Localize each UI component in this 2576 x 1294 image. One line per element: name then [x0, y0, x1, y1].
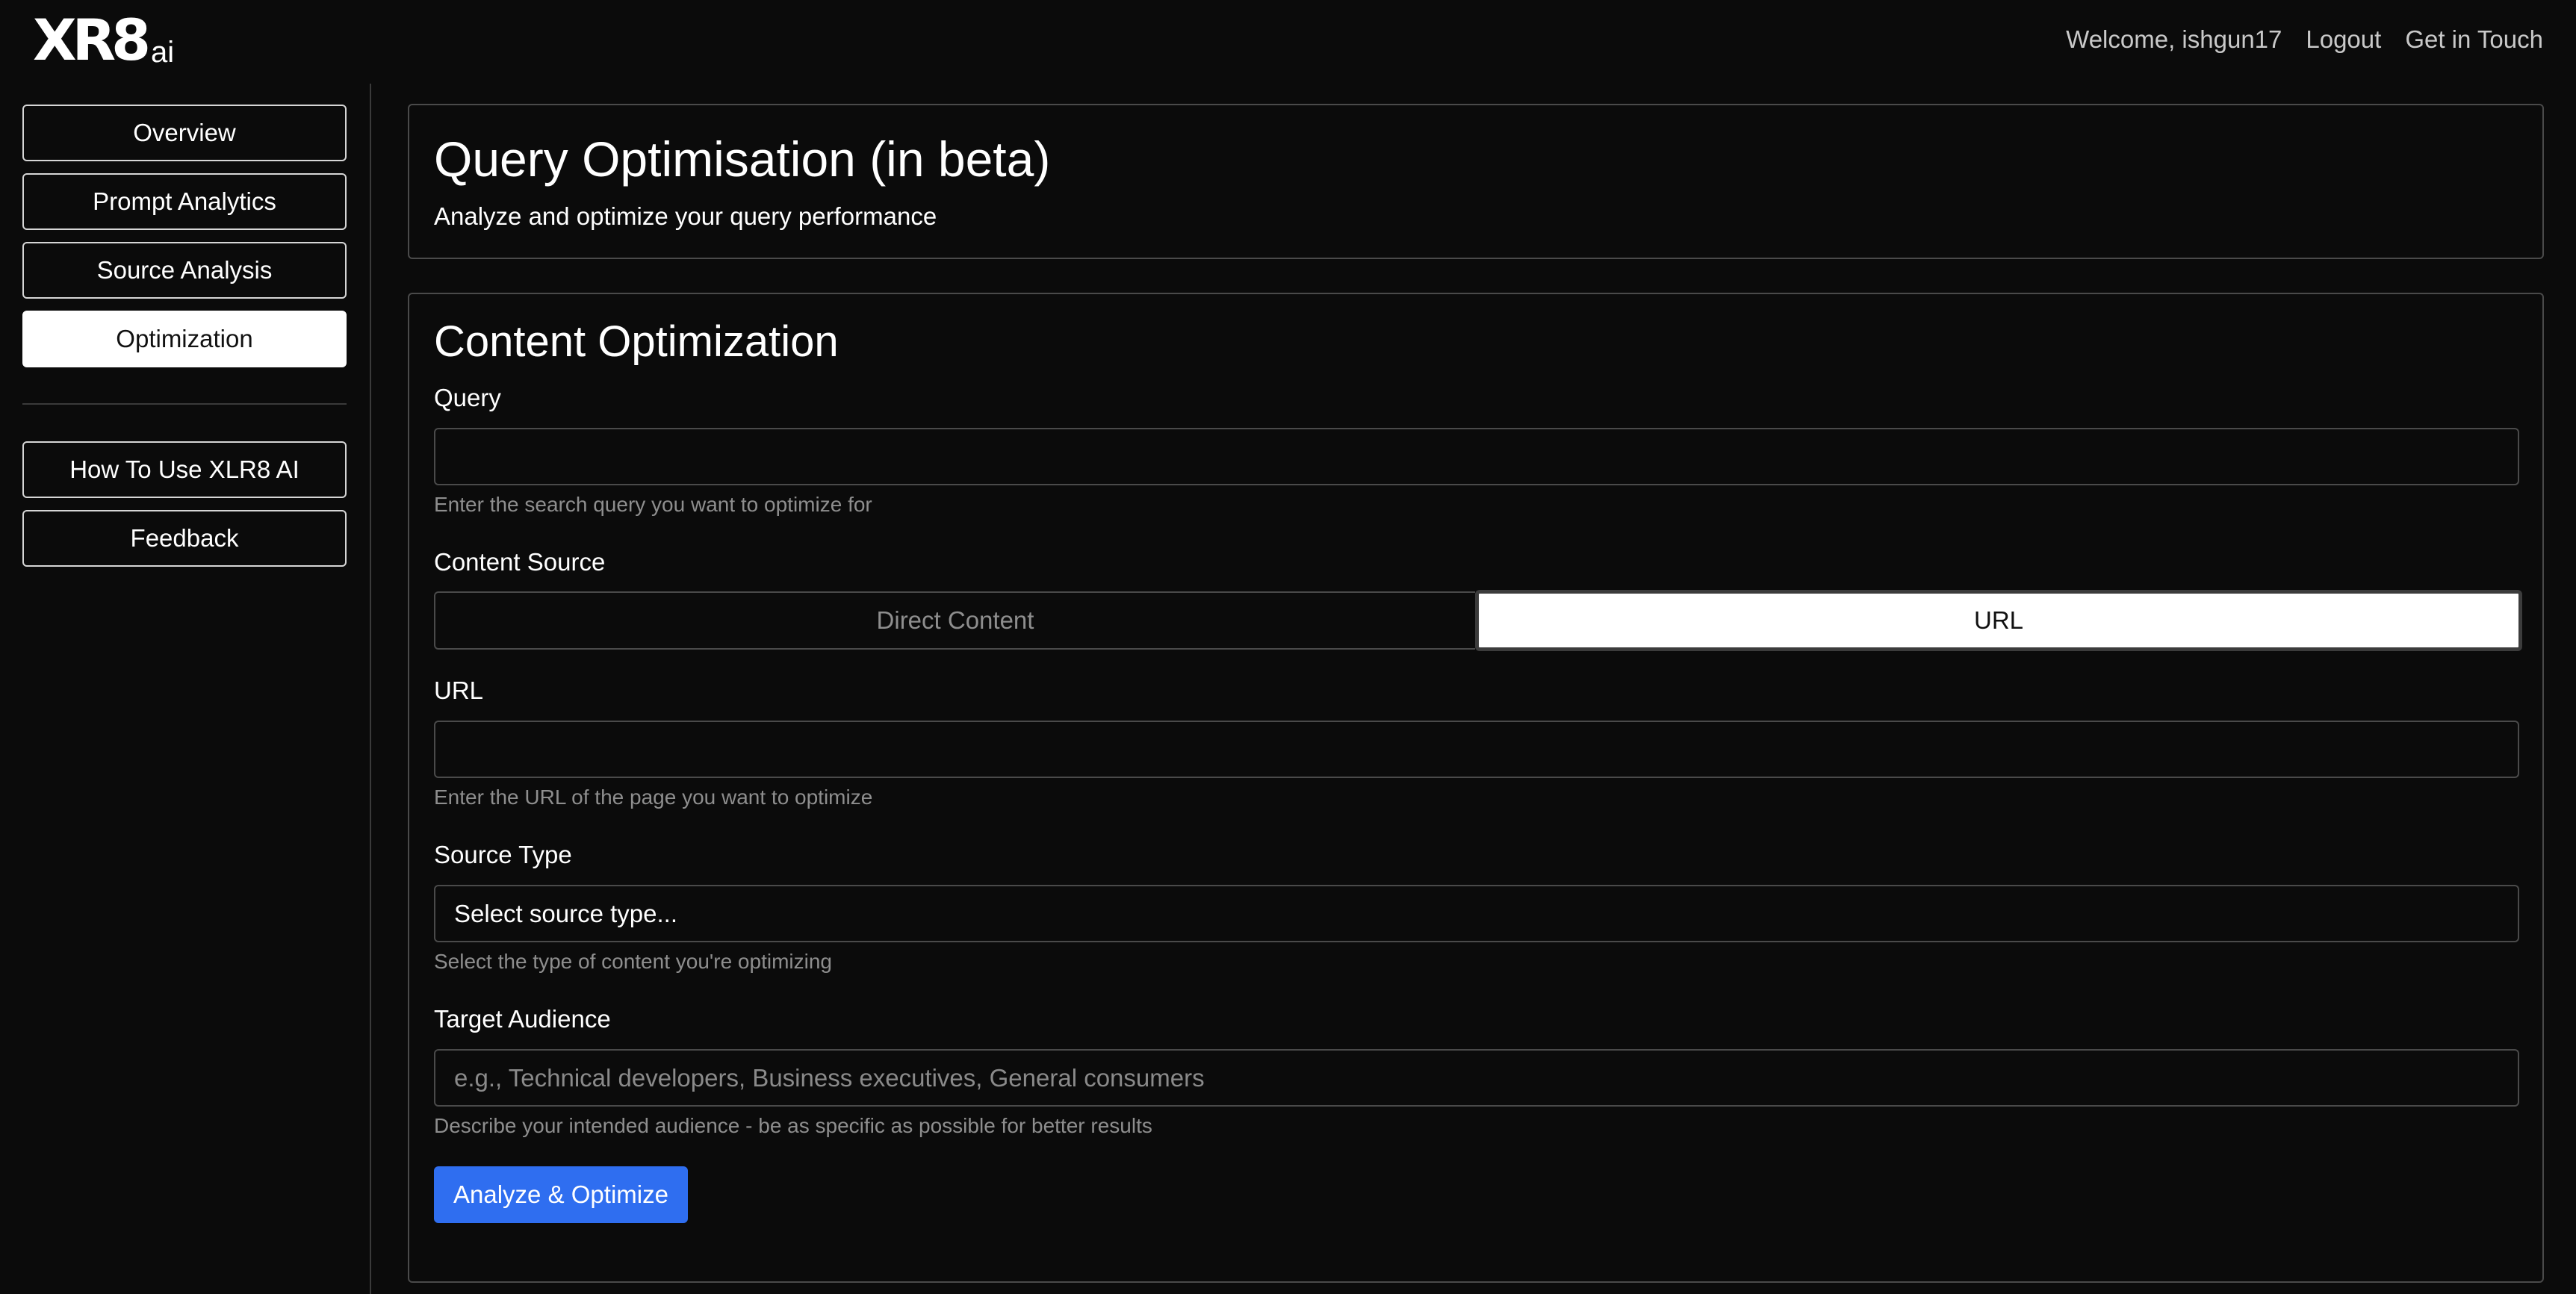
header-nav: Welcome, ishgun17 Logout Get in Touch	[2066, 25, 2543, 54]
get-in-touch-link[interactable]: Get in Touch	[2405, 25, 2543, 54]
target-audience-input[interactable]	[434, 1049, 2519, 1107]
logout-link[interactable]: Logout	[2306, 25, 2381, 54]
logo-wordmark: XR8	[33, 7, 151, 73]
page-header-card: Query Optimisation (in beta) Analyze and…	[408, 104, 2544, 259]
source-type-selected-value: Select source type...	[454, 899, 677, 927]
page-subtitle: Analyze and optimize your query performa…	[434, 202, 937, 230]
target-audience-label: Target Audience	[434, 1005, 611, 1033]
source-type-select[interactable]: Select source type...	[434, 885, 2519, 942]
sidebar: Overview Prompt Analytics Source Analysi…	[0, 84, 371, 1294]
analyze-optimize-button[interactable]: Analyze & Optimize	[434, 1166, 688, 1223]
query-input[interactable]	[434, 428, 2519, 485]
target-audience-help-text: Describe your intended audience - be as …	[434, 1114, 1152, 1137]
xr8-logo[interactable]: XR8 ai	[33, 7, 175, 73]
url-label: URL	[434, 676, 484, 704]
content-optimization-form: Content Optimization Query Enter the sea…	[408, 293, 2544, 1283]
sidebar-item-how-to-use[interactable]: How To Use XLR8 AI	[22, 441, 347, 498]
form-title: Content Optimization	[434, 317, 839, 366]
query-help-text: Enter the search query you want to optim…	[434, 493, 872, 516]
sidebar-item-optimization[interactable]: Optimization	[22, 311, 347, 367]
sidebar-item-prompt-analytics[interactable]: Prompt Analytics	[22, 173, 347, 230]
content-source-direct-option[interactable]: Direct Content	[434, 591, 1475, 650]
source-type-help-text: Select the type of content you're optimi…	[434, 950, 832, 973]
content-source-toggle: Direct Content URL	[434, 590, 2522, 651]
top-header: XR8 ai Welcome, ishgun17 Logout Get in T…	[0, 0, 2576, 84]
url-input[interactable]	[434, 721, 2519, 778]
content-source-url-option[interactable]: URL	[1475, 590, 2522, 651]
sidebar-item-source-analysis[interactable]: Source Analysis	[22, 242, 347, 299]
source-type-label: Source Type	[434, 841, 572, 868]
welcome-text: Welcome, ishgun17	[2066, 25, 2282, 53]
query-label: Query	[434, 384, 501, 411]
logo-suffix: ai	[151, 36, 175, 69]
content-source-label: Content Source	[434, 548, 606, 576]
page-title: Query Optimisation (in beta)	[434, 131, 1051, 187]
url-help-text: Enter the URL of the page you want to op…	[434, 786, 873, 809]
sidebar-item-overview[interactable]: Overview	[22, 105, 347, 161]
sidebar-item-feedback[interactable]: Feedback	[22, 510, 347, 567]
sidebar-divider	[22, 403, 347, 405]
